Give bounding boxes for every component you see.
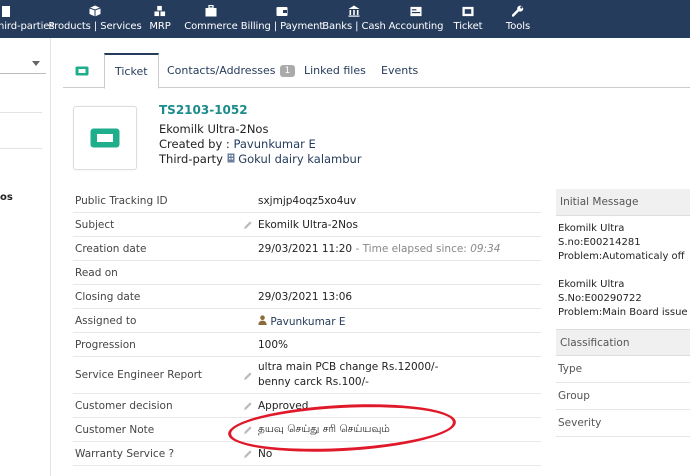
sidebar-select[interactable]	[0, 52, 46, 74]
nav-tools[interactable]: Tools	[490, 0, 546, 38]
top-navigation: Third-parties Products | Services MRP Co…	[0, 0, 690, 38]
pencil-icon[interactable]	[243, 371, 253, 381]
nav-banks-cash[interactable]: Banks | Cash	[322, 0, 386, 38]
field-row-service-engineer-report: Service Engineer Report ultra main PCB c…	[73, 357, 541, 394]
field-row-subject: Subject Ekomilk Ultra-2Nos	[73, 213, 541, 237]
field-row-customer-decision: Customer decision Approved	[73, 394, 541, 418]
tab-ticket[interactable]: Ticket	[104, 53, 159, 89]
contacts-count-badge: 1	[279, 64, 296, 77]
created-by-line: Created by : Pavunkumar E	[159, 137, 316, 151]
tab-events[interactable]: Events	[381, 53, 418, 88]
nav-commerce[interactable]: Commerce	[180, 0, 242, 38]
right-panel: Initial Message Ekomilk Ultra S.no:E00214…	[556, 189, 690, 437]
message-line: S.No:E00290722	[558, 293, 642, 304]
message-line: Ekomilk Ultra	[558, 279, 625, 290]
pencil-icon[interactable]	[243, 449, 253, 459]
building-icon	[227, 152, 235, 166]
classification-header: Classification	[556, 329, 690, 356]
tab-linked-files[interactable]: Linked files	[304, 53, 366, 88]
initial-message-body: Ekomilk Ultra S.no:E00214281 Problem:Autom…	[556, 216, 690, 329]
chevron-down-icon	[32, 61, 40, 66]
created-by-link[interactable]: Pavunkumar E	[233, 137, 315, 151]
ticket-fields-table: Public Tracking ID sxjmjp4oqz5xo4uv Subj…	[73, 189, 541, 466]
pencil-icon[interactable]	[243, 425, 253, 435]
sidebar-divider	[0, 112, 42, 113]
ticket-tab-icon	[75, 53, 89, 88]
pencil-icon[interactable]	[243, 220, 253, 230]
sidebar-divider	[0, 148, 42, 149]
initial-message-header: Initial Message	[556, 189, 690, 216]
field-row-read-on: Read on	[73, 261, 541, 285]
building-icon	[0, 5, 12, 17]
ticket-icon	[90, 128, 120, 148]
third-party-link[interactable]: Gokul dairy kalambur	[238, 152, 361, 166]
classification-severity: Severity	[556, 410, 690, 437]
field-row-creation-date: Creation date 29/03/2021 11:20 - Time el…	[73, 237, 541, 261]
bank-icon	[348, 5, 360, 17]
ticket-reference: TS2103-1052	[159, 103, 248, 117]
field-row-tracking-id: Public Tracking ID sxjmjp4oqz5xo4uv	[73, 189, 541, 213]
sidebar-item-partial[interactable]: os	[0, 192, 13, 203]
tab-contacts-addresses[interactable]: Contacts/Addresses 1	[167, 53, 296, 88]
assigned-user-link[interactable]: Pavunkumar E	[270, 316, 345, 328]
message-line: Ekomilk Ultra	[558, 223, 625, 234]
nav-mrp[interactable]: MRP	[140, 0, 180, 38]
user-icon	[258, 315, 267, 328]
tab-bar: Ticket Contacts/Addresses 1 Linked files …	[63, 53, 690, 89]
ticket-subject-heading: Ekomilk Ultra-2Nos	[159, 122, 269, 136]
classification-type: Type	[556, 356, 690, 383]
message-line	[558, 264, 688, 278]
message-line: Problem:Main Board issue	[558, 307, 688, 318]
nav-billing-payment[interactable]: Billing | Payment	[241, 0, 323, 38]
field-row-warranty-service: Warranty Service ? No	[73, 442, 541, 466]
ledger-icon	[410, 5, 422, 17]
message-line: S.no:E00214281	[558, 237, 641, 248]
nav-accounting[interactable]: Accounting	[386, 0, 446, 38]
field-row-closing-date: Closing date 29/03/2021 13:06	[73, 285, 541, 309]
suitcase-icon	[205, 5, 217, 17]
ticket-icon	[462, 5, 474, 17]
classification-group: Group	[556, 383, 690, 410]
wallet-icon	[276, 5, 288, 17]
cube-icon	[89, 5, 101, 17]
ticket-thumbnail	[73, 106, 137, 170]
field-row-progression: Progression 100%	[73, 333, 541, 357]
nav-products-services[interactable]: Products | Services	[48, 0, 142, 38]
message-line: Problem:Automaticaly off	[558, 251, 685, 262]
wrench-icon	[512, 5, 524, 17]
nav-ticket[interactable]: Ticket	[446, 0, 490, 38]
pencil-icon[interactable]	[243, 401, 253, 411]
field-row-assigned-to: Assigned to Pavunkumar E	[73, 309, 541, 333]
left-sidebar: os	[0, 38, 51, 476]
cubes-icon	[154, 5, 166, 17]
field-row-customer-note: Customer Note தயவு செய்து சரி செய்யவும்	[73, 418, 541, 442]
third-party-line: Third-party Gokul dairy kalambur	[159, 152, 362, 166]
nav-third-parties[interactable]: Third-parties	[0, 0, 55, 38]
